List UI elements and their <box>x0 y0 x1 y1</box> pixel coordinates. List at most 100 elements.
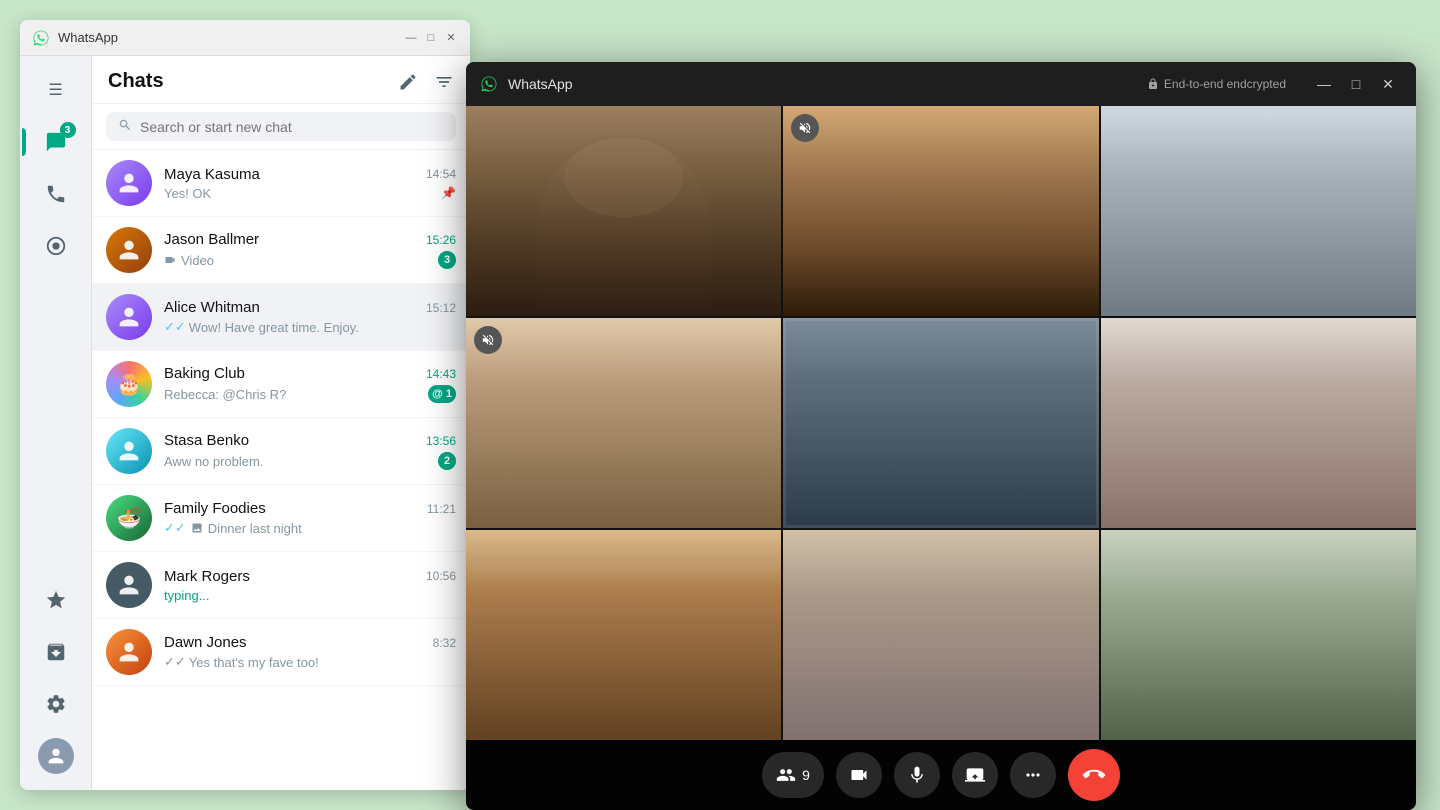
screen-share-button[interactable] <box>952 752 998 798</box>
chat-panel: Chats <box>92 56 470 790</box>
chat-name-baking: Baking Club <box>164 365 245 382</box>
chat-preview-dawn: ✓✓ Yes that's my fave too! <box>164 654 319 670</box>
chat-preview-jason: Video <box>164 253 214 268</box>
sidebar-item-settings[interactable] <box>34 682 78 726</box>
chat-name-mark: Mark Rogers <box>164 568 250 585</box>
user-avatar[interactable] <box>38 738 74 774</box>
sidebar-item-menu[interactable]: ☰ <box>34 68 78 112</box>
chat-time-dawn: 8:32 <box>433 636 456 650</box>
video-cell-8 <box>783 530 1098 740</box>
chat-name-alice: Alice Whitman <box>164 299 260 316</box>
mic-toggle-button[interactable] <box>894 752 940 798</box>
chats-badge: 3 <box>60 122 76 138</box>
maximize-button[interactable]: □ <box>424 31 438 45</box>
more-options-button[interactable] <box>1010 752 1056 798</box>
title-bar-controls: — □ ✕ <box>404 31 458 45</box>
video-call-window: WhatsApp End-to-end endcrypted — □ ✕ <box>466 62 1416 810</box>
chat-preview-mark: typing... <box>164 588 210 603</box>
whatsapp-logo-icon <box>32 29 50 47</box>
video-cell-7 <box>466 530 781 740</box>
video-grid <box>466 106 1416 740</box>
chat-name-maya: Maya Kasuma <box>164 166 260 183</box>
sidebar-item-calls[interactable] <box>34 172 78 216</box>
video-window-title: WhatsApp <box>508 76 1137 92</box>
chat-preview-family: ✓✓ Dinner last night <box>164 520 302 536</box>
video-toggle-button[interactable] <box>836 752 882 798</box>
avatar-alice <box>106 294 152 340</box>
chat-info-baking: Baking Club 14:43 Rebecca: @Chris R? @ 1 <box>164 365 456 403</box>
mute-indicator-4 <box>474 326 502 354</box>
chat-badge-baking: @ 1 <box>428 385 456 403</box>
video-minimize-button[interactable]: — <box>1310 70 1338 98</box>
avatar-baking: 🎂 <box>106 361 152 407</box>
main-window-title: WhatsApp <box>58 30 396 45</box>
video-title-bar: WhatsApp End-to-end endcrypted — □ ✕ <box>466 62 1416 106</box>
lock-icon <box>1147 78 1159 90</box>
chat-item-stasa[interactable]: Stasa Benko 13:56 Aww no problem. 2 <box>92 418 470 485</box>
chat-item-jason[interactable]: Jason Ballmer 15:26 Video 3 <box>92 217 470 284</box>
whatsapp-video-logo-icon <box>480 75 498 93</box>
chat-time-family: 11:21 <box>427 502 456 516</box>
chat-badge-jason: 3 <box>438 251 456 269</box>
chat-info-maya: Maya Kasuma 14:54 Yes! OK 📌 <box>164 166 456 201</box>
encryption-text: End-to-end endcrypted <box>1164 77 1286 91</box>
new-chat-button[interactable] <box>398 72 418 92</box>
search-bar <box>92 104 470 150</box>
sidebar-item-archived[interactable] <box>34 630 78 674</box>
chat-item-dawn[interactable]: Dawn Jones 8:32 ✓✓ Yes that's my fave to… <box>92 619 470 686</box>
chat-info-mark: Mark Rogers 10:56 typing... <box>164 568 456 603</box>
avatar-jason <box>106 227 152 273</box>
avatar-maya <box>106 160 152 206</box>
sidebar: ☰ 3 <box>20 56 92 790</box>
chat-panel-header: Chats <box>92 56 470 104</box>
call-controls: 9 <box>466 740 1416 810</box>
search-icon <box>118 118 132 135</box>
chat-time-maya: 14:54 <box>426 167 456 181</box>
chat-time-alice: 15:12 <box>426 301 456 315</box>
sidebar-item-status[interactable] <box>34 224 78 268</box>
search-input[interactable] <box>140 119 444 135</box>
chats-title: Chats <box>108 70 164 93</box>
avatar-dawn <box>106 629 152 675</box>
chat-name-dawn: Dawn Jones <box>164 634 247 651</box>
video-maximize-button[interactable]: □ <box>1342 70 1370 98</box>
participants-count: 9 <box>802 767 810 783</box>
chat-preview-alice: ✓✓ Wow! Have great time. Enjoy. <box>164 319 359 335</box>
avatar-stasa <box>106 428 152 474</box>
video-cell-1 <box>466 106 781 316</box>
video-close-button[interactable]: ✕ <box>1374 70 1402 98</box>
chat-preview-maya: Yes! OK <box>164 186 211 201</box>
chat-name-stasa: Stasa Benko <box>164 432 249 449</box>
chat-list: Maya Kasuma 14:54 Yes! OK 📌 <box>92 150 470 790</box>
participants-button[interactable]: 9 <box>762 752 824 798</box>
chat-info-alice: Alice Whitman 15:12 ✓✓ Wow! Have great t… <box>164 299 456 335</box>
chat-info-family: Family Foodies 11:21 ✓✓ Dinner last nigh… <box>164 500 456 536</box>
close-button[interactable]: ✕ <box>444 31 458 45</box>
chat-item-baking[interactable]: 🎂 Baking Club 14:43 Rebecca: @Chris R? @… <box>92 351 470 418</box>
chat-item-alice[interactable]: Alice Whitman 15:12 ✓✓ Wow! Have great t… <box>92 284 470 351</box>
minimize-button[interactable]: — <box>404 31 418 45</box>
chat-info-dawn: Dawn Jones 8:32 ✓✓ Yes that's my fave to… <box>164 634 456 670</box>
participants-icon <box>776 765 796 785</box>
chat-preview-stasa: Aww no problem. <box>164 454 263 469</box>
avatar-family: 🍜 <box>106 495 152 541</box>
video-cell-9 <box>1101 530 1416 740</box>
chat-item-maya[interactable]: Maya Kasuma 14:54 Yes! OK 📌 <box>92 150 470 217</box>
video-cell-5 <box>783 318 1098 528</box>
video-cell-6 <box>1101 318 1416 528</box>
chat-item-family[interactable]: 🍜 Family Foodies 11:21 ✓✓ Dinner last ni… <box>92 485 470 552</box>
end-call-button[interactable] <box>1068 749 1120 801</box>
sidebar-item-chats[interactable]: 3 <box>34 120 78 164</box>
chat-preview-baking: Rebecca: @Chris R? <box>164 387 286 402</box>
chat-name-family: Family Foodies <box>164 500 266 517</box>
chat-item-mark[interactable]: Mark Rogers 10:56 typing... <box>92 552 470 619</box>
chat-time-baking: 14:43 <box>426 367 456 381</box>
chat-info-jason: Jason Ballmer 15:26 Video 3 <box>164 231 456 269</box>
video-cell-2 <box>783 106 1098 316</box>
encryption-label: End-to-end endcrypted <box>1147 77 1286 91</box>
video-cell-3 <box>1101 106 1416 316</box>
avatar-mark <box>106 562 152 608</box>
filter-button[interactable] <box>434 72 454 92</box>
chat-badge-stasa: 2 <box>438 452 456 470</box>
sidebar-item-starred[interactable] <box>34 578 78 622</box>
